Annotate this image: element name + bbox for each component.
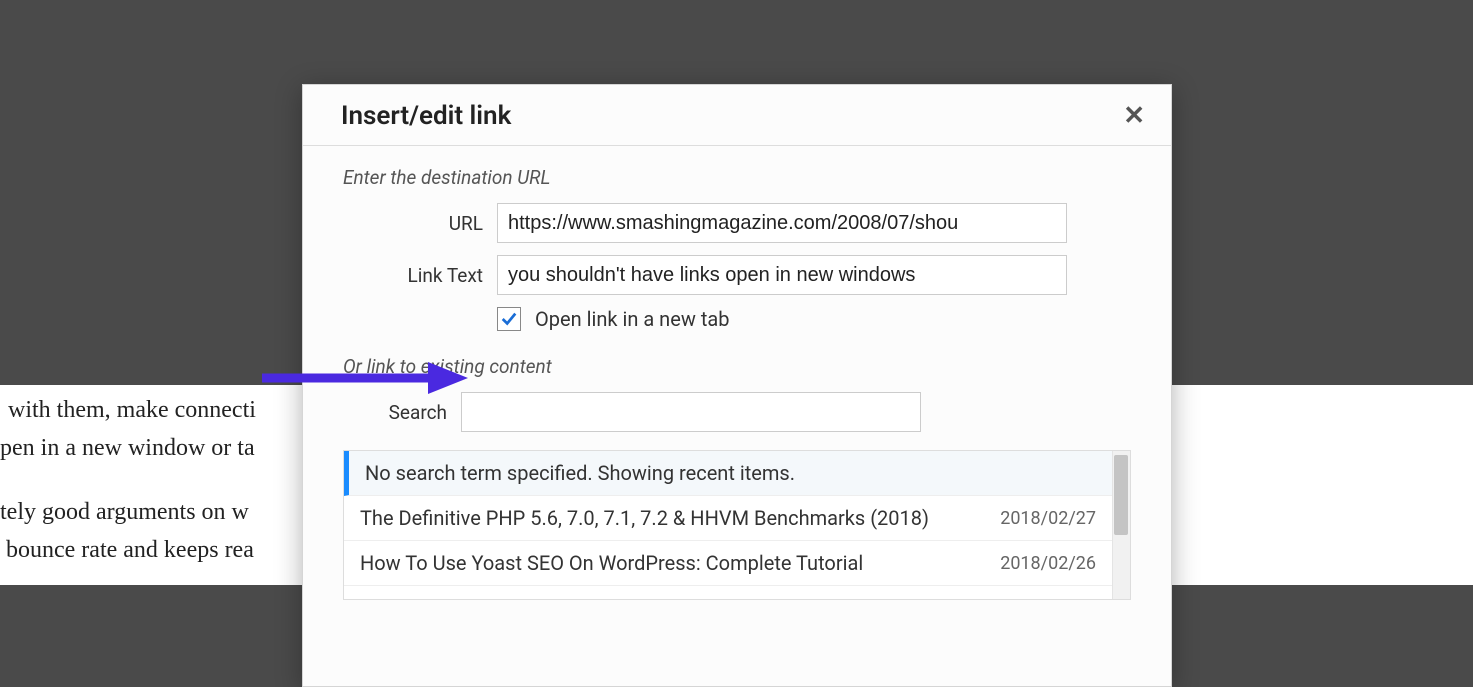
results-scrollbar[interactable] xyxy=(1112,451,1130,599)
background-text-line: pen in a new window or ta xyxy=(0,430,255,467)
new-tab-row: Open link in a new tab xyxy=(497,307,1131,331)
background-text-line: tely good arguments on w owner, this is … xyxy=(0,494,249,531)
url-label: URL xyxy=(343,212,497,235)
dialog-title: Insert/edit link xyxy=(341,101,511,131)
linktext-label: Link Text xyxy=(343,264,497,287)
destination-url-hint: Enter the destination URL xyxy=(343,166,1131,189)
dialog-body: Enter the destination URL URL Link Text … xyxy=(303,146,1171,600)
check-icon xyxy=(500,310,518,328)
close-icon: ✕ xyxy=(1123,101,1145,131)
scrollbar-thumb[interactable] xyxy=(1114,455,1128,535)
existing-content-hint: Or link to existing content xyxy=(343,355,1131,378)
search-results: No search term specified. Showing recent… xyxy=(343,450,1131,600)
result-date: 2018/02/27 xyxy=(1000,508,1096,529)
new-tab-checkbox[interactable] xyxy=(497,307,521,331)
linktext-field-row: Link Text xyxy=(343,255,1131,295)
results-hint: No search term specified. Showing recent… xyxy=(344,451,1112,496)
search-label: Search xyxy=(343,401,461,424)
dialog-header: Insert/edit link ✕ xyxy=(303,85,1171,146)
background-text-line: bounce rate and keeps rea xyxy=(6,532,254,569)
insert-link-dialog: Insert/edit link ✕ Enter the destination… xyxy=(302,84,1172,687)
linktext-input[interactable] xyxy=(497,255,1067,295)
result-date: 2018/02/26 xyxy=(1000,553,1096,574)
close-button[interactable]: ✕ xyxy=(1123,103,1145,129)
search-field-row: Search xyxy=(343,392,1131,432)
result-item[interactable]: The Definitive PHP 5.6, 7.0, 7.1, 7.2 & … xyxy=(344,496,1112,541)
search-input[interactable] xyxy=(461,392,921,432)
result-item[interactable]: How To Use Yoast SEO On WordPress: Compl… xyxy=(344,541,1112,586)
result-title: The Definitive PHP 5.6, 7.0, 7.1, 7.2 & … xyxy=(360,506,929,530)
new-tab-label: Open link in a new tab xyxy=(535,307,729,331)
url-field-row: URL xyxy=(343,203,1131,243)
background-text-line: with them, make connecti -quality extern… xyxy=(8,392,256,429)
url-input[interactable] xyxy=(497,203,1067,243)
result-title: How To Use Yoast SEO On WordPress: Compl… xyxy=(360,551,863,575)
app-stage: with them, make connecti -quality extern… xyxy=(0,0,1473,687)
